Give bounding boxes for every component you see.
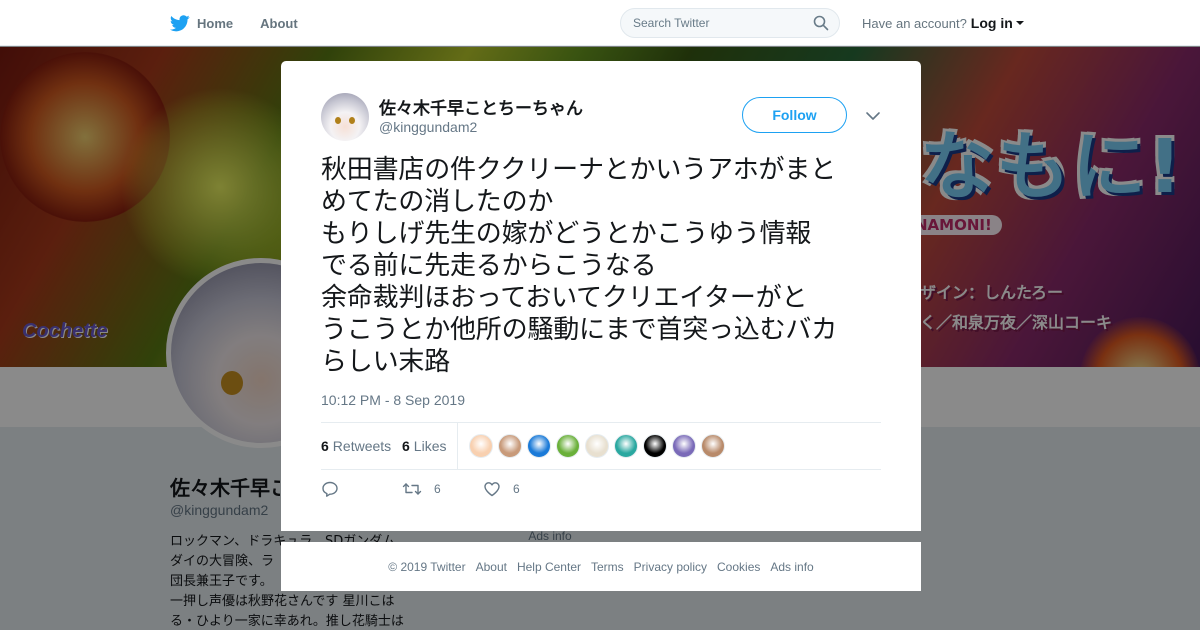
tweet-actions: 6 6 [321, 480, 881, 504]
avatar-eye [349, 117, 355, 124]
tweet-text-line: でる前に先走るからこうなる [321, 251, 657, 281]
top-navigation-bar: Home About Search Twitter Have an accoun… [0, 0, 1200, 46]
login-link[interactable]: Log in [971, 15, 1013, 31]
footer-link-ads-info[interactable]: Ads info [770, 560, 813, 574]
author-name[interactable]: 佐々木千早ことちーちゃん [379, 94, 583, 119]
tweet-text: 秋田書店の件ククリーナとかいうアホがまと めてたの消したのか もりしげ先生の嫁が… [321, 154, 886, 378]
nav-home-label: Home [197, 15, 234, 31]
footer-link-terms[interactable]: Terms [591, 560, 624, 574]
liker-avatar[interactable] [701, 434, 725, 458]
reply-icon [322, 481, 338, 497]
nav-home-link[interactable]: Home [170, 14, 234, 32]
footer-link-help-center[interactable]: Help Center [517, 560, 581, 574]
liker-avatar[interactable] [527, 434, 551, 458]
tweet-text-line: らしい末路 [321, 347, 451, 377]
footer-copyright: © 2019 Twitter [388, 559, 466, 574]
account-prompt: Have an account? [862, 15, 967, 31]
liker-avatar[interactable] [585, 434, 609, 458]
follow-button[interactable]: Follow [742, 97, 847, 133]
footer: © 2019 Twitter About Help Center Terms P… [281, 542, 921, 591]
tweet-text-line: 秋田書店の件ククリーナとかいうアホがまと [321, 155, 836, 185]
retweet-count: 6 [434, 482, 441, 496]
footer-link-cookies[interactable]: Cookies [717, 560, 760, 574]
tweet-text-line: 余命裁判ほおっておいてクリエイターがと [321, 283, 808, 313]
chevron-down-icon[interactable] [865, 110, 881, 122]
liker-avatar[interactable] [498, 434, 522, 458]
likes-stat[interactable]: 6 Likes [402, 438, 446, 454]
author-handle[interactable]: @kinggundam2 [379, 119, 477, 135]
heart-icon [484, 482, 500, 497]
retweet-icon [402, 483, 422, 495]
tweet-timestamp[interactable]: 10:12 PM - 8 Sep 2019 [321, 392, 465, 408]
avatar-eye [335, 117, 341, 124]
liker-avatar[interactable] [556, 434, 580, 458]
liker-avatar[interactable] [672, 434, 696, 458]
tweet-text-line: うこうとか他所の騒動にまで首突っ込むバカ [321, 315, 838, 345]
nav-about-link[interactable]: About [260, 16, 298, 31]
retweets-count: 6 [321, 438, 329, 454]
likes-label: Likes [413, 438, 447, 454]
tweet-text-line: もりしげ先生の嫁がどうとかこうゆう情報 [321, 219, 812, 249]
liker-avatar[interactable] [469, 434, 493, 458]
stat-divider [457, 423, 458, 469]
likes-count: 6 [402, 438, 410, 454]
caret-down-icon[interactable] [1015, 21, 1024, 25]
twitter-bird-icon [170, 14, 190, 31]
like-count: 6 [513, 482, 520, 496]
search-icon[interactable] [813, 15, 829, 31]
tweet-stats: 6 Retweets 6 Likes [321, 422, 881, 470]
search-placeholder: Search Twitter [633, 16, 710, 30]
footer-link-about[interactable]: About [476, 560, 507, 574]
author-avatar[interactable] [321, 93, 369, 141]
footer-link-privacy-policy[interactable]: Privacy policy [634, 560, 707, 574]
liker-avatars [469, 434, 730, 458]
reply-button[interactable] [321, 480, 351, 498]
retweets-label: Retweets [332, 438, 392, 454]
like-button[interactable]: 6 [483, 480, 520, 498]
tweet-text-line: めてたの消したのか [321, 187, 554, 217]
retweets-stat[interactable]: 6 Retweets [321, 438, 391, 454]
liker-avatar[interactable] [643, 434, 667, 458]
tweet-permalink-modal: 佐々木千早ことちーちゃん @kinggundam2 Follow 秋田書店の件ク… [281, 61, 921, 531]
liker-avatar[interactable] [614, 434, 638, 458]
account-menu[interactable]: Have an account? Log in [862, 15, 1024, 31]
nav-links: Home About [170, 0, 325, 46]
search-input[interactable]: Search Twitter [620, 8, 840, 38]
retweet-button[interactable]: 6 [402, 480, 441, 498]
